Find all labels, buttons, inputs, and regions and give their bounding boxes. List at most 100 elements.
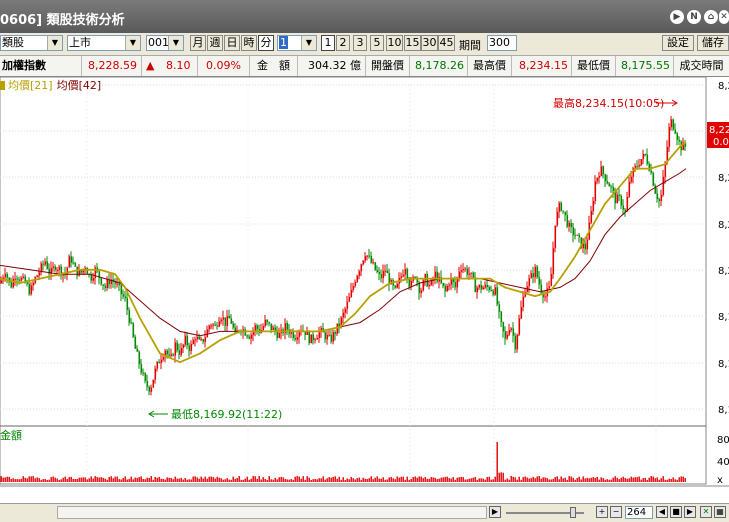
- volume-bar: [520, 479, 522, 482]
- volume-bar: [42, 479, 44, 482]
- volume-bar: [166, 477, 168, 482]
- zoom-value-input[interactable]: 264: [625, 506, 653, 519]
- volume-bar: [412, 477, 414, 482]
- close-icon[interactable]: ✕: [719, 10, 729, 24]
- volume-bar: [128, 478, 130, 482]
- category-select[interactable]: 類股 ▼: [0, 35, 63, 51]
- interval-15-button[interactable]: 15: [404, 35, 421, 51]
- period-day-button[interactable]: 日: [224, 35, 240, 51]
- excel-icon[interactable]: ✕: [700, 506, 712, 518]
- forward-icon[interactable]: ▶: [670, 10, 684, 24]
- candle-body: [250, 334, 253, 339]
- candle-body: [220, 319, 223, 322]
- code-select[interactable]: 001 ▼: [146, 35, 184, 51]
- interval-2-button[interactable]: 2: [336, 35, 350, 51]
- volume-bar: [464, 479, 466, 482]
- candle-body: [132, 323, 135, 337]
- candle-body: [574, 235, 577, 237]
- period-month-button[interactable]: 月: [190, 35, 206, 51]
- volume-bar: [618, 479, 620, 482]
- volume-bar: [558, 479, 560, 482]
- candle-body: [482, 287, 485, 290]
- candle-body: [530, 273, 533, 279]
- period-minute-button[interactable]: 分: [258, 35, 274, 51]
- volume-bar: [580, 479, 582, 482]
- interval-30-button[interactable]: 30: [421, 35, 438, 51]
- candle-body: [474, 277, 477, 293]
- current-price-value: 8,22: [709, 125, 729, 136]
- zoom-out-icon[interactable]: −: [610, 506, 622, 518]
- candle-body: [478, 284, 481, 288]
- news-icon[interactable]: N: [687, 10, 701, 24]
- volume-bar: [298, 476, 300, 482]
- volume-bar: [214, 478, 216, 482]
- volume-bar: [624, 478, 626, 482]
- volume-bar: [572, 477, 574, 482]
- volume-bar: [346, 478, 348, 482]
- candle-body: [126, 298, 129, 310]
- chevron-down-icon[interactable]: ▼: [301, 36, 316, 50]
- candle-body: [16, 278, 19, 280]
- home-icon[interactable]: ⌂: [704, 10, 718, 24]
- chevron-down-icon[interactable]: ▼: [47, 36, 62, 50]
- candle-body: [522, 296, 525, 308]
- interval-45-button[interactable]: 45: [438, 35, 455, 51]
- volume-bar: [174, 476, 176, 482]
- minute-select[interactable]: 1 ▼: [277, 35, 317, 51]
- candle-body: [122, 294, 125, 297]
- zoom-in-icon[interactable]: +: [596, 506, 608, 518]
- candle-body: [272, 327, 275, 330]
- scroll-left-icon[interactable]: ◀: [656, 506, 668, 518]
- volume-bar: [592, 477, 594, 482]
- settings-button[interactable]: 設定: [662, 35, 694, 51]
- interval-5-button[interactable]: 5: [370, 35, 384, 51]
- period-week-button[interactable]: 週: [207, 35, 223, 51]
- candle-body: [672, 119, 675, 130]
- save-button[interactable]: 儲存: [697, 35, 729, 51]
- interval-10-button[interactable]: 10: [386, 35, 403, 51]
- volume-bar: [524, 476, 526, 482]
- grid-icon[interactable]: ▦: [714, 506, 726, 518]
- candle-body: [6, 273, 9, 278]
- volume-bar: [652, 476, 654, 482]
- volume-bar: [164, 479, 166, 482]
- candle-body: [420, 290, 423, 294]
- candle-body: [544, 296, 547, 298]
- volume-bar: [588, 478, 590, 482]
- volume-bar: [626, 478, 628, 482]
- volume-bar: [30, 476, 32, 482]
- interval-3-button[interactable]: 3: [353, 35, 367, 51]
- candle-body: [570, 222, 573, 228]
- horizontal-scrollbar[interactable]: [57, 506, 487, 519]
- chevron-down-icon[interactable]: ▼: [168, 36, 183, 50]
- candle-body: [318, 331, 321, 338]
- volume-bar: [154, 477, 156, 482]
- period-input[interactable]: 300: [487, 35, 517, 51]
- play-icon[interactable]: ▶: [684, 506, 696, 518]
- period-hour-button[interactable]: 時: [241, 35, 257, 51]
- price-chart[interactable]: 8,28,28,28,28,28,18,18,18040x811121307/1…: [0, 77, 729, 487]
- candle-body: [594, 181, 597, 202]
- chevron-down-icon[interactable]: ▼: [125, 36, 140, 50]
- volume-bar: [672, 477, 674, 482]
- stop-icon[interactable]: ■: [670, 506, 682, 518]
- volume-bar: [182, 479, 184, 482]
- candle-body: [262, 326, 265, 331]
- volume-bar: [388, 477, 390, 482]
- toolbar: 類股 ▼ 上市 ▼ 001 ▼ 月 週 日 時 分 1 ▼ 1 2 3 5 10…: [0, 33, 729, 56]
- volume-bar: [272, 479, 274, 482]
- interval-1-button[interactable]: 1: [321, 35, 335, 51]
- scroll-right-icon[interactable]: ▶: [489, 506, 501, 518]
- volume-bar: [116, 476, 118, 482]
- market-select[interactable]: 上市 ▼: [67, 35, 141, 51]
- candle-body: [356, 275, 359, 283]
- volume-bar: [384, 479, 386, 482]
- volume-bar: [642, 478, 644, 482]
- candle-body: [354, 282, 357, 286]
- volume-bar: [160, 478, 162, 482]
- zoom-slider-handle[interactable]: [570, 507, 576, 518]
- volume-bar: [122, 477, 124, 482]
- volume-bar: [234, 478, 236, 482]
- volume-bar: [554, 477, 556, 482]
- volume-bar: [420, 476, 422, 482]
